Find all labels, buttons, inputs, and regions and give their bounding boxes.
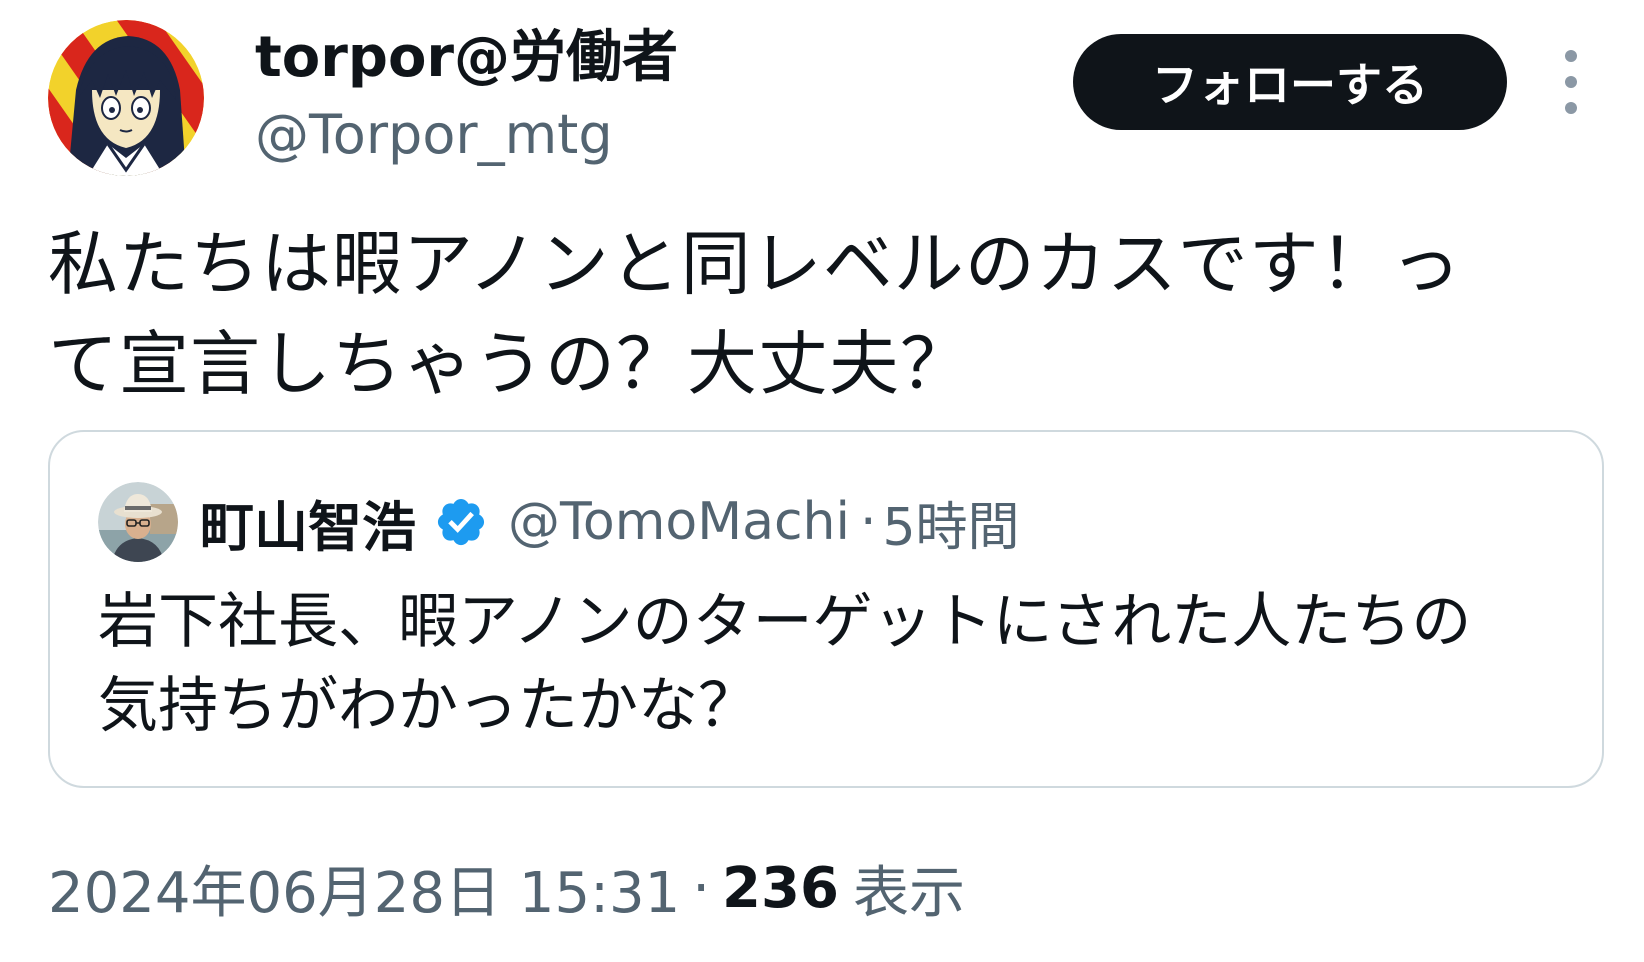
man-with-hat-avatar-icon (98, 482, 178, 562)
quoted-tweet-text: 岩下社長、暇アノンのターゲットにされた人たちの 気持ちがわかったかな？ (98, 587, 1472, 741)
follow-button[interactable]: フォローする (1073, 34, 1507, 130)
meta-separator: · (692, 855, 711, 921)
anime-character-avatar-icon (48, 20, 204, 176)
author-avatar[interactable] (48, 20, 204, 176)
more-dot (1565, 50, 1577, 62)
more-vertical-icon[interactable] (1553, 50, 1589, 114)
views-count: 236 (722, 855, 839, 921)
tweet-text: 私たちは暇アノンと同レベルのカスです！っ て宣言しちゃうの？大丈夫？ (48, 223, 1462, 405)
quoted-timestamp[interactable]: 5時間 (882, 485, 1019, 560)
quoted-tweet-card[interactable]: 町山智浩 @TomoMachi · 5時間 岩下社長、暇アノンのターゲットにされ… (48, 430, 1604, 788)
tweet-datetime[interactable]: 2024年06月28日 15:31 (48, 848, 680, 929)
quoted-separator: · (859, 492, 877, 552)
verified-badge-icon (434, 495, 488, 549)
quoted-tweet-header: 町山智浩 @TomoMachi · 5時間 (98, 482, 1020, 562)
more-dot (1565, 102, 1577, 114)
author-handle[interactable]: @Torpor_mtg (255, 100, 678, 170)
author-name-block[interactable]: torpor@労働者 @Torpor_mtg (255, 22, 678, 170)
quoted-author-avatar[interactable] (98, 482, 178, 562)
quoted-author-name[interactable]: 町山智浩 (200, 483, 416, 562)
author-display-name[interactable]: torpor@労働者 (255, 22, 678, 94)
quoted-author-handle[interactable]: @TomoMachi (508, 492, 850, 552)
tweet-meta: 2024年06月28日 15:31 · 236 表示 (48, 848, 965, 928)
more-dot (1565, 76, 1577, 88)
views-label: 表示 (852, 860, 965, 926)
